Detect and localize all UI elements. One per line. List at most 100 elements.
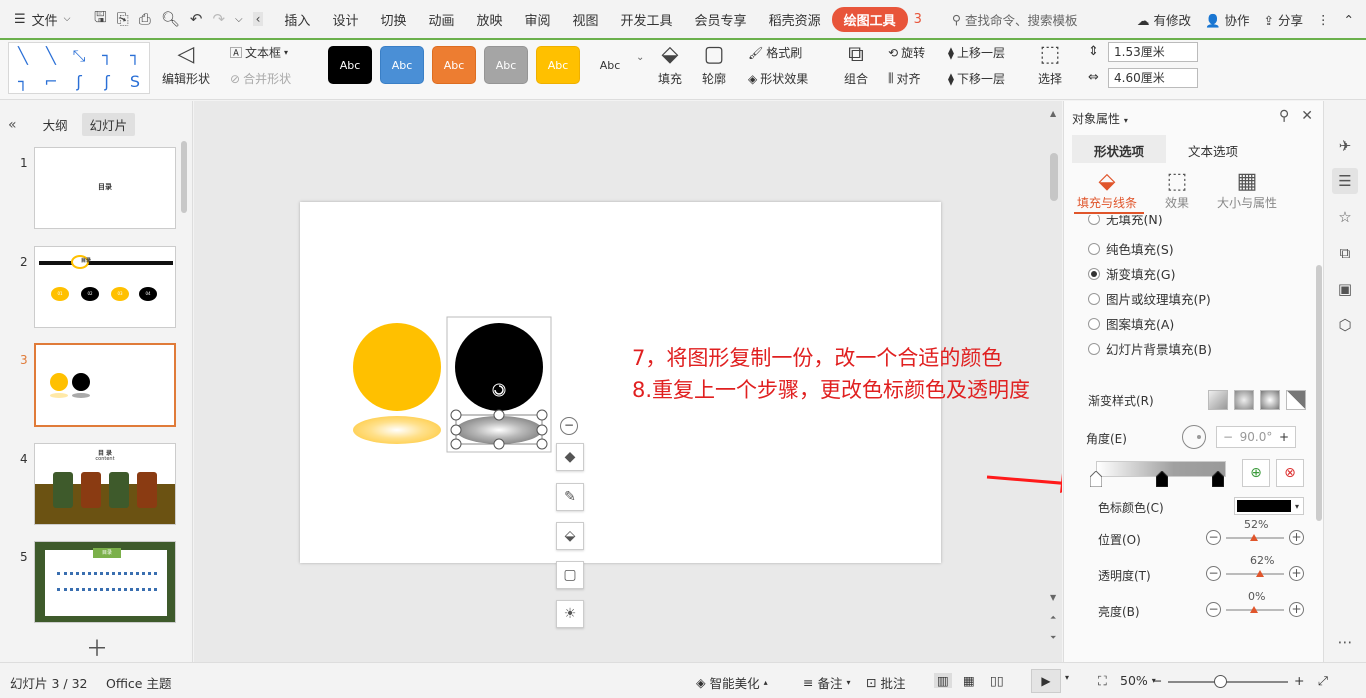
remove-stop-button[interactable]: ⊗ (1276, 459, 1304, 487)
gradient-stop-black-selected[interactable] (1156, 471, 1168, 487)
tab-slides[interactable]: 幻灯片 (81, 113, 136, 136)
more-menu-icon[interactable]: ⋮ (1317, 12, 1330, 27)
zoom-in-icon[interactable]: + (1294, 673, 1304, 688)
search-input[interactable]: 查找命令、搜索模板 (965, 10, 1078, 29)
scroll-down-icon[interactable]: ▼ (1050, 593, 1056, 602)
print-icon[interactable]: ⎙ (139, 10, 151, 28)
transparency-slider[interactable]: − 62% + (1206, 554, 1304, 584)
fullscreen-icon[interactable]: ⤢ (1318, 673, 1328, 689)
line-icon[interactable]: ╲ (9, 43, 37, 69)
freeform-curve-icon[interactable]: S (121, 69, 149, 95)
transparency-increase-icon[interactable]: + (1289, 566, 1304, 581)
image-icon[interactable]: ▣ (1332, 276, 1358, 302)
fill-option-pattern[interactable]: 图案填充(A) (1088, 314, 1174, 333)
scroll-up-icon[interactable]: ▲ (1050, 109, 1056, 118)
rotate-handle-icon[interactable] (492, 383, 506, 397)
brightness-increase-icon[interactable]: + (1289, 602, 1304, 617)
collapse-ribbon-icon[interactable]: ⌃ (1344, 12, 1354, 27)
slider-knob[interactable] (1250, 606, 1258, 613)
play-slideshow-button[interactable]: ▶ (1031, 669, 1061, 693)
transparency-decrease-icon[interactable]: − (1206, 566, 1221, 581)
collapse-toolbar-icon[interactable]: − (560, 417, 578, 435)
shape-style-4[interactable]: Abc (484, 46, 528, 84)
slides-pane-scrollbar[interactable] (181, 141, 187, 213)
shape-style-3[interactable]: Abc (432, 46, 476, 84)
yellow-circle[interactable] (353, 323, 441, 411)
group-button[interactable]: ⧉ 组合 (844, 42, 868, 87)
canvas-scroll-thumb[interactable] (1050, 153, 1058, 201)
position-slider[interactable]: − 52% + (1206, 518, 1304, 548)
slide-sorter-icon[interactable]: ▦ (963, 673, 975, 688)
merge-shape-button[interactable]: ⊘ 合并形状 (230, 70, 291, 87)
save-icon[interactable]: 🖫 (94, 7, 107, 32)
tab-animation[interactable]: 动画 (417, 10, 465, 29)
stop-color-picker[interactable]: ▾ (1234, 497, 1304, 515)
page-down-icon[interactable]: ⏷ (1050, 633, 1056, 643)
zoom-out-icon[interactable]: − (1152, 673, 1162, 688)
tab-drawing-tools[interactable]: 绘图工具 (831, 6, 908, 32)
yellow-shadow-ellipse[interactable] (353, 416, 441, 444)
slide-thumbnail-5[interactable]: 目录 (34, 541, 176, 623)
brush-icon[interactable]: ✎ (556, 483, 584, 511)
elbow-double-arrow-icon[interactable]: ┐ (9, 69, 37, 95)
edit-shape-button[interactable]: ◁ 编辑形状 (162, 42, 210, 87)
slide-thumbnail-3[interactable] (34, 343, 176, 427)
shape-style-2[interactable]: Abc (380, 46, 424, 84)
export-pdf-icon[interactable]: ⎘ (117, 10, 129, 28)
fill-option-gradient[interactable]: 渐变填充(G) (1088, 264, 1175, 283)
slide-thumbnail-4[interactable]: 目 录 content (34, 443, 176, 525)
angle-input[interactable]: −90.0° + (1216, 426, 1296, 448)
fill-bucket-icon[interactable]: ⬙ (556, 522, 584, 550)
elbow-arrow-connector-icon[interactable]: ┐ (121, 43, 149, 69)
angle-increment-icon[interactable]: + (1279, 430, 1289, 444)
outline-button[interactable]: ▢ 轮廓 (702, 42, 726, 87)
shape-style-1[interactable]: Abc (328, 46, 372, 84)
tab-text-options[interactable]: 文本选项 (1166, 135, 1260, 163)
fill-option-solid[interactable]: 纯色填充(S) (1088, 239, 1174, 258)
fill-option-none[interactable]: 无填充(N) (1088, 215, 1163, 228)
collapse-pane-icon[interactable]: « (8, 117, 17, 133)
copy-icon[interactable]: ⧉ (1332, 240, 1358, 266)
rotate-button[interactable]: ⟲ 旋转 (888, 44, 925, 61)
fill-button[interactable]: ⬙ 填充 (658, 42, 682, 87)
play-options-icon[interactable]: ▾ (1065, 673, 1069, 682)
position-decrease-icon[interactable]: − (1206, 530, 1221, 545)
shape-style-6[interactable]: Abc (588, 46, 632, 84)
curved-connector-icon[interactable]: ⌐ (37, 69, 65, 95)
pin-icon[interactable]: ⚲ (1279, 108, 1289, 124)
tab-view[interactable]: 视图 (562, 10, 610, 29)
subtab-size[interactable]: ▦ 大小与属性 (1212, 169, 1282, 211)
normal-view-icon[interactable]: ▥ (934, 673, 952, 688)
position-increase-icon[interactable]: + (1289, 530, 1304, 545)
tab-shape-options[interactable]: 形状选项 (1072, 135, 1167, 163)
layers-icon[interactable]: ◆ (556, 443, 584, 471)
black-circle[interactable] (455, 323, 543, 411)
smart-beautify-button[interactable]: ◈ 智能美化 ▴ (696, 673, 768, 692)
tab-member[interactable]: 会员专享 (684, 10, 758, 29)
quick-access-more-icon[interactable]: ⌵ (235, 14, 243, 25)
tab-design[interactable]: 设计 (321, 10, 369, 29)
brightness-slider[interactable]: − 0% + (1206, 590, 1304, 620)
print-preview-icon[interactable]: 🔍︎ (161, 10, 180, 28)
slide-canvas[interactable]: 7，将图形复制一份，改一个合适的颜色 8.重复上一个步骤，更改色标颜色及透明度 (300, 202, 1030, 563)
double-arrow-line-icon[interactable]: ⤡ (65, 43, 93, 69)
slider-knob[interactable] (1256, 570, 1264, 577)
zoom-slider-knob[interactable] (1214, 675, 1227, 688)
file-menu[interactable]: ☰ 文件 ⌵ (0, 10, 86, 29)
tab-transition[interactable]: 切换 (369, 10, 417, 29)
shape-height-input[interactable]: 1.53厘米 (1108, 42, 1198, 62)
subtab-effect[interactable]: ⬚ 效果 (1142, 169, 1212, 211)
align-button[interactable]: ⫼ 对齐 (888, 70, 921, 87)
pane-title[interactable]: 对象属性 ▾ (1072, 110, 1128, 127)
star-icon[interactable]: ☆ (1332, 204, 1358, 230)
select-button[interactable]: ⬚ 选择 (1038, 42, 1062, 87)
fill-option-picture[interactable]: 图片或纹理填充(P) (1088, 289, 1211, 308)
gradient-preset-linear[interactable] (1208, 390, 1228, 410)
curved-double-arrow-icon[interactable]: ʃ (93, 69, 121, 95)
close-icon[interactable]: ✕ (1301, 108, 1313, 124)
properties-sliders-icon[interactable]: ☰ (1332, 168, 1358, 194)
tab-docer[interactable]: 稻壳资源 (758, 10, 832, 29)
line-shapes-gallery[interactable]: ╲ ╲ ⤡ ┐ ┐ ┐ ⌐ ʃ ʃ S (8, 42, 150, 94)
slider-knob[interactable] (1250, 534, 1258, 541)
notes-button[interactable]: ≡ 备注 ▾ (803, 673, 851, 692)
